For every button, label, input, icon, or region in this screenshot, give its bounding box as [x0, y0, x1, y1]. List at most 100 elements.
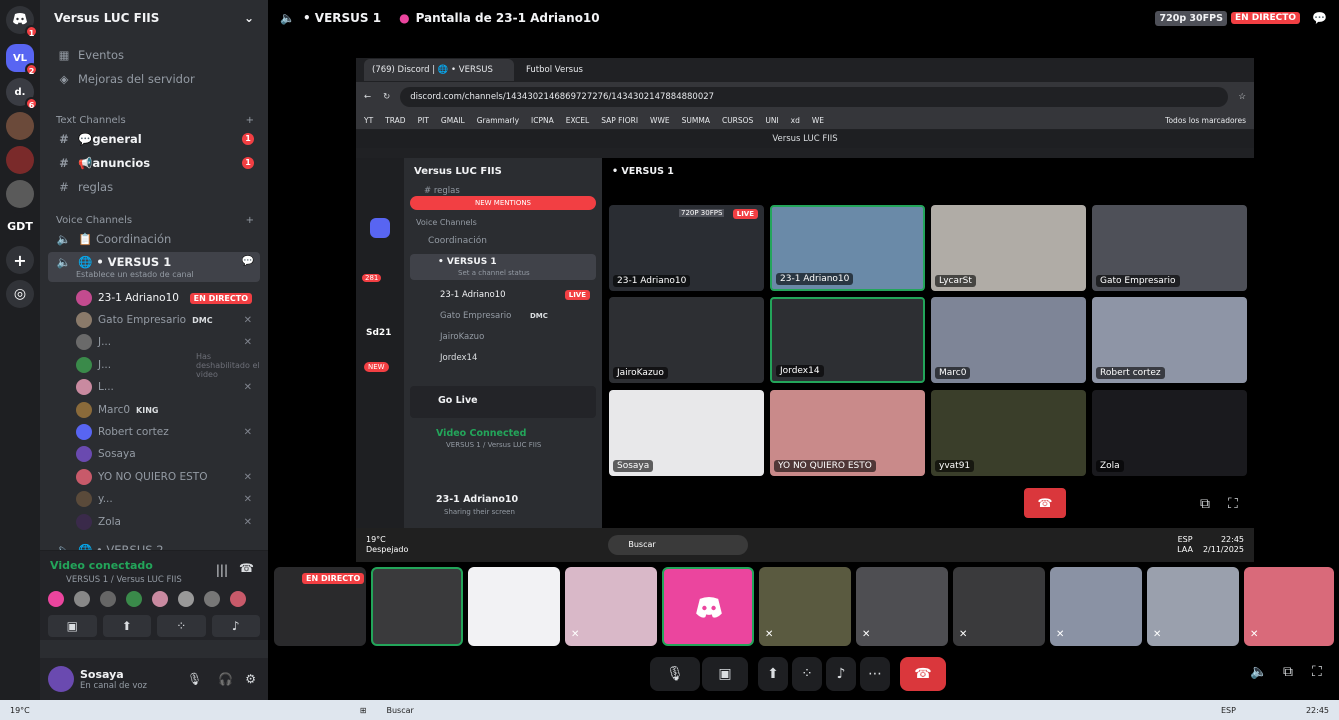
windows-start-icon[interactable]: ⊞ [360, 706, 367, 715]
bookmark[interactable]: xd [791, 116, 800, 125]
channel-anuncios[interactable]: # 📢anuncios 1 [48, 152, 260, 174]
voice-user[interactable]: Marc0 KING [76, 400, 260, 420]
bookmark[interactable]: Grammarly [477, 116, 519, 125]
video-tile[interactable]: Zola [1092, 390, 1247, 476]
bookmark[interactable]: SUMMA [682, 116, 710, 125]
video-tile[interactable]: Robert cortez [1092, 297, 1247, 383]
video-tile[interactable]: Marc0 [931, 297, 1086, 383]
filmstrip-tile[interactable]: ✕ [565, 567, 657, 646]
boosts-item[interactable]: ◈ Mejoras del servidor [48, 68, 260, 90]
server-icon-d[interactable]: d. 6 [6, 78, 38, 110]
voice-user[interactable]: L... ✕ [76, 377, 260, 397]
video-tile[interactable]: Jordex14 [770, 297, 925, 383]
bookmark[interactable]: PIT [418, 116, 429, 125]
mic-button[interactable]: 🎙 [650, 657, 700, 691]
channel-reglas[interactable]: # reglas [48, 176, 260, 198]
activities-button[interactable]: ⁘ [157, 615, 206, 637]
camera-off-button[interactable]: ▣ [48, 615, 97, 637]
voice-user[interactable]: J... Has deshabilitado el video [76, 352, 260, 379]
home-button[interactable]: 1 [6, 6, 38, 38]
shared-screen[interactable]: (769) Discord | 🌐 • VERSUS Futbol Versus… [356, 58, 1254, 562]
bookmark[interactable]: TRAD [385, 116, 405, 125]
bookmark[interactable]: CURSOS [722, 116, 753, 125]
back-icon[interactable]: ← [364, 92, 371, 102]
filmstrip-tile[interactable] [468, 567, 560, 646]
bookmark[interactable]: SAP FIORI [601, 116, 638, 125]
headphones-icon[interactable]: 🎧 [218, 672, 233, 686]
activities-button[interactable]: ⁘ [792, 657, 822, 691]
video-tile[interactable]: yvat91 [931, 390, 1086, 476]
server-icon-5[interactable] [6, 180, 34, 208]
voice-user[interactable]: J... ✕ [76, 332, 260, 352]
filmstrip-tile[interactable]: ✕ [759, 567, 851, 646]
plus-icon[interactable]: + [246, 215, 254, 226]
soundboard-button[interactable]: ♪ [211, 615, 260, 637]
mic-icon[interactable]: 🎙 [187, 672, 202, 686]
bookmark[interactable]: WWE [650, 116, 670, 125]
filmstrip-tile[interactable] [371, 567, 463, 646]
more-button[interactable]: ⋯ [860, 657, 890, 691]
bookmark[interactable]: YT [364, 116, 373, 125]
bookmark[interactable]: WE [812, 116, 824, 125]
browser-tab-discord[interactable]: (769) Discord | 🌐 • VERSUS [364, 59, 514, 81]
share-screen-button[interactable]: ⬆ [758, 657, 788, 691]
fullscreen-icon[interactable]: ⛶ [1312, 664, 1322, 680]
user-avatar[interactable] [48, 666, 74, 692]
soundboard-button[interactable]: ♪ [826, 657, 856, 691]
voice-user[interactable]: Robert cortez ✕ [76, 422, 260, 442]
reload-icon[interactable]: ↻ [383, 92, 390, 102]
filmstrip-tile[interactable]: ✕ [1244, 567, 1334, 646]
server-icon-gdt[interactable]: GDT [6, 212, 34, 240]
voice-category[interactable]: Voice Channels + [56, 212, 254, 228]
filmstrip-tile[interactable]: ✕ [953, 567, 1045, 646]
video-tile[interactable]: Gato Empresario [1092, 205, 1247, 291]
voice-channel-path[interactable]: VERSUS 1 / Versus LUC FIIS [66, 575, 182, 585]
bookmark[interactable]: EXCEL [566, 116, 590, 125]
inner-disconnect-button[interactable]: ☎ [1024, 488, 1066, 518]
voice-user[interactable]: 23-1 Adriano10 EN DIRECTO [76, 288, 260, 308]
taskbar-search[interactable]: Buscar [386, 706, 413, 715]
text-category[interactable]: Text Channels + [56, 112, 254, 128]
filmstrip-tile-stream[interactable]: EN DIRECTO [274, 567, 366, 646]
events-item[interactable]: ▦ Eventos [48, 44, 260, 66]
video-tile[interactable]: LycarSt [931, 205, 1086, 291]
filmstrip-tile[interactable]: ✕ [1050, 567, 1142, 646]
browser-tab-futbol[interactable]: Futbol Versus [518, 59, 668, 81]
star-icon[interactable]: ☆ [1238, 92, 1246, 102]
camera-button[interactable]: ▣ [702, 657, 748, 691]
bookmark[interactable]: ICPNA [531, 116, 554, 125]
filmstrip-tile[interactable]: ✕ [1147, 567, 1239, 646]
video-tile[interactable]: Sosaya [609, 390, 764, 476]
bookmark[interactable]: UNI [765, 116, 778, 125]
volume-icon[interactable]: 🔈 [1250, 664, 1267, 680]
chat-icon[interactable]: 💬 [1312, 11, 1327, 25]
popout-icon[interactable]: ⧉ [1200, 496, 1210, 512]
server-header[interactable]: Versus LUC FIIS ⌄ [40, 0, 268, 36]
filmstrip-tile[interactable]: ✕ [856, 567, 948, 646]
plus-icon[interactable]: + [246, 115, 254, 126]
server-icon-vl[interactable]: VL 2 [6, 44, 38, 76]
chat-icon[interactable]: 💬 [242, 256, 254, 267]
channel-status[interactable]: Establece un estado de canal [76, 270, 194, 279]
add-server-button[interactable]: + [6, 246, 34, 274]
video-tile[interactable]: YO NO QUIERO ESTO [770, 390, 925, 476]
disconnect-icon[interactable]: ☎ [239, 561, 254, 575]
video-tile[interactable]: JairoKazuo [609, 297, 764, 383]
voice-channel-coordinacion[interactable]: 🔈 📋 Coordinación [48, 228, 260, 250]
bookmark[interactable]: GMAIL [441, 116, 465, 125]
explore-button[interactable]: ◎ [6, 280, 34, 308]
fullscreen-icon[interactable]: ⛶ [1228, 496, 1238, 512]
gear-icon[interactable]: ⚙ [245, 672, 256, 686]
server-icon-4[interactable] [6, 146, 34, 174]
share-screen-button[interactable]: ⬆ [102, 615, 151, 637]
video-tile[interactable]: 23-1 Adriano10 [770, 205, 925, 291]
soundboard-icon[interactable]: ||| [216, 563, 228, 577]
voice-user[interactable]: Sosaya [76, 444, 260, 464]
server-icon-3[interactable] [6, 112, 34, 140]
voice-channel-versus1[interactable]: 🔈 🌐 • VERSUS 1 Establece un estado de ca… [48, 252, 260, 282]
popout-icon[interactable]: ⧉ [1283, 664, 1293, 680]
voice-user[interactable]: YO NO QUIERO ESTO ✕ [76, 467, 260, 487]
address-bar[interactable]: discord.com/channels/1434302146869727276… [400, 87, 1229, 107]
filmstrip-tile[interactable] [662, 567, 754, 646]
disconnect-button[interactable]: ☎ [900, 657, 946, 691]
